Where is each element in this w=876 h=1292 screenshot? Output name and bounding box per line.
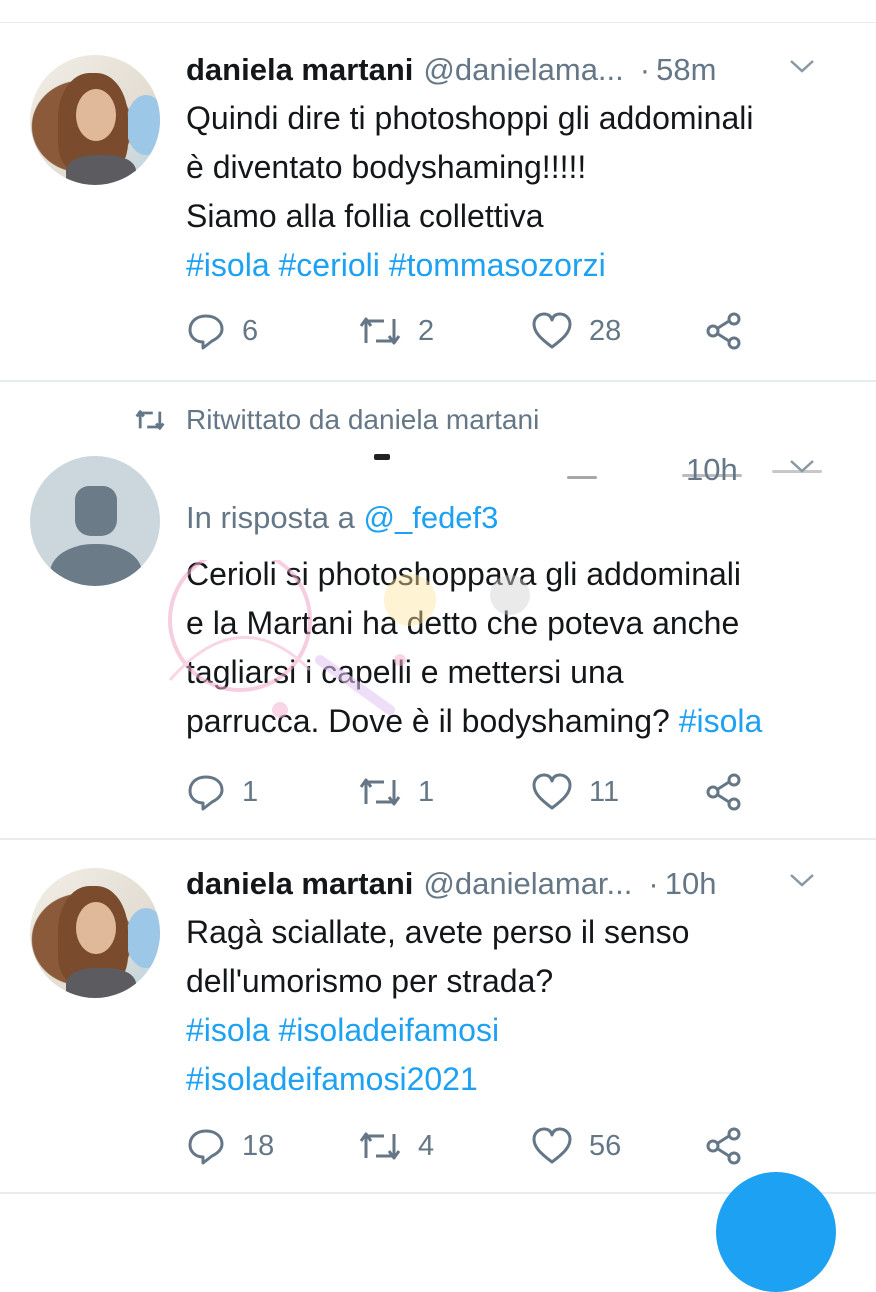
reply-mention-link[interactable]: @_fedef3	[364, 500, 499, 535]
chevron-down-icon[interactable]	[788, 870, 816, 890]
timestamp[interactable]: 58m	[656, 52, 716, 88]
reply-context: In risposta a @_fedef3	[186, 500, 498, 536]
share-button[interactable]	[704, 1126, 744, 1166]
text-line: Quindi dire ti photoshoppi gli addominal…	[186, 100, 754, 136]
watermark-logo	[168, 560, 530, 718]
retweet-button[interactable]: 1	[358, 772, 434, 812]
reply-icon	[188, 1129, 224, 1165]
hashtag-link[interactable]: #isola	[679, 703, 763, 739]
timestamp[interactable]: 10h	[686, 452, 738, 488]
like-count: 11	[589, 775, 620, 808]
reply-count: 1	[242, 775, 259, 808]
retweet-icon	[359, 778, 401, 806]
author-name[interactable]: daniela martani	[186, 866, 413, 902]
tweet-text: Quindi dire ti photoshoppi gli addominal…	[186, 94, 856, 290]
reply-icon	[188, 775, 224, 811]
retweet-icon	[359, 1132, 401, 1160]
tweet-actions: 1 1 11	[186, 772, 756, 812]
text-line: dell'umorismo per strada?	[186, 963, 554, 999]
tweet-text: Ragà sciallate, avete perso il senso del…	[186, 908, 856, 1104]
text-line: Siamo alla follia collettiva	[186, 198, 544, 234]
like-icon	[532, 312, 572, 349]
tweet-actions: 18 4 56	[186, 1126, 756, 1166]
tweet-header: 10h	[186, 450, 846, 490]
share-icon	[706, 773, 741, 811]
hashtag-line[interactable]: #isoladeifamosi2021	[186, 1055, 856, 1104]
retweet-count: 1	[418, 775, 435, 808]
reply-to-label: In risposta a	[186, 500, 355, 535]
like-button[interactable]: 11	[531, 772, 619, 812]
tweet-header: daniela martani @danielamar... · 10h	[186, 864, 846, 904]
share-button[interactable]	[704, 311, 744, 351]
reply-count: 18	[242, 1129, 275, 1162]
tweet-3[interactable]: daniela martani @danielamar... · 10h Rag…	[0, 840, 876, 1200]
like-count: 56	[589, 1129, 622, 1162]
separator-dot: ·	[648, 866, 659, 901]
retweet-button[interactable]: 2	[358, 311, 434, 351]
author-handle[interactable]: @danielama...	[423, 52, 623, 88]
like-icon	[532, 1127, 572, 1164]
share-icon	[706, 1127, 741, 1165]
hashtag-line[interactable]: #isola #isoladeifamosi	[186, 1006, 856, 1055]
reply-count: 6	[242, 314, 259, 347]
avatar[interactable]	[30, 868, 160, 998]
retweet-button[interactable]: 4	[358, 1126, 434, 1166]
text-line: Ragà sciallate, avete perso il senso	[186, 914, 690, 950]
tweet-1[interactable]: daniela martani @danielama... · 58m Quin…	[0, 0, 876, 380]
retweeted-by-label[interactable]: Ritwittato da daniela martani	[186, 404, 539, 436]
retweet-banner: Ritwittato da daniela martani	[134, 404, 539, 436]
like-button[interactable]: 56	[531, 1126, 621, 1166]
reply-button[interactable]: 6	[186, 311, 258, 351]
compose-tweet-button[interactable]	[716, 1172, 836, 1292]
like-icon	[532, 773, 572, 810]
chevron-down-icon[interactable]	[788, 456, 816, 476]
retweet-count: 2	[418, 314, 435, 347]
avatar[interactable]	[30, 456, 160, 586]
retweet-icon	[359, 317, 401, 345]
retweet-icon	[135, 410, 165, 430]
tweet-header: daniela martani @danielama... · 58m	[186, 50, 846, 90]
reply-button[interactable]: 18	[186, 1126, 274, 1166]
share-icon	[706, 312, 741, 350]
like-count: 28	[589, 314, 622, 347]
retweet-count: 4	[418, 1129, 435, 1162]
tweet-actions: 6 2 28	[186, 311, 756, 351]
share-button[interactable]	[704, 772, 744, 812]
like-button[interactable]: 28	[531, 311, 621, 351]
timestamp[interactable]: 10h	[665, 866, 717, 902]
author-name[interactable]: daniela martani	[186, 52, 413, 88]
author-handle[interactable]: @danielamar...	[423, 866, 632, 902]
avatar[interactable]	[30, 55, 160, 185]
hashtag-line[interactable]: #isola #cerioli #tommasozorzi	[186, 241, 856, 290]
separator-dot: ·	[639, 52, 651, 87]
chevron-down-icon[interactable]	[788, 56, 816, 76]
reply-button[interactable]: 1	[186, 772, 258, 812]
text-line: è diventato bodyshaming!!!!!	[186, 149, 587, 185]
reply-icon	[188, 314, 224, 350]
